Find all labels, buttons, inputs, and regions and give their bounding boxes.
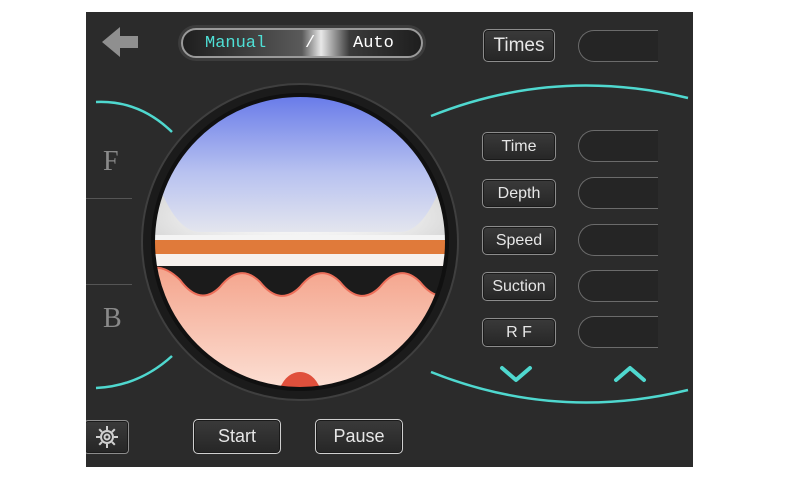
start-button[interactable]: Start <box>193 419 281 454</box>
rf-label: R F <box>506 323 532 341</box>
rf-button[interactable]: R F <box>482 318 556 347</box>
side-divider-top <box>86 198 132 199</box>
depth-value-field <box>578 177 658 209</box>
rf-value-field <box>578 316 658 348</box>
depth-label: Depth <box>497 184 541 202</box>
chevron-down-icon <box>500 366 532 382</box>
suction-label: Suction <box>492 277 546 295</box>
bottom-right-arc <box>430 370 689 404</box>
settings-button[interactable] <box>86 420 129 454</box>
depth-button[interactable]: Depth <box>482 179 556 208</box>
back-button[interactable] <box>100 24 142 60</box>
manual-mode-option[interactable]: Manual <box>205 34 266 53</box>
time-value-field <box>578 130 658 162</box>
pause-button[interactable]: Pause <box>315 419 403 454</box>
time-button[interactable]: Time <box>482 132 556 161</box>
mode-toggle[interactable]: Manual / Auto <box>181 28 423 58</box>
back-label: B <box>103 303 122 334</box>
device-control-panel: Manual / Auto Times F B Time Depth Speed… <box>86 12 693 467</box>
side-divider-bottom <box>86 284 132 285</box>
front-label: F <box>103 146 119 177</box>
times-button[interactable]: Times <box>483 29 555 62</box>
speed-label: Speed <box>495 231 543 249</box>
start-label: Start <box>217 426 256 446</box>
speed-value-field <box>578 224 658 256</box>
suction-value-field <box>578 270 658 302</box>
chevron-up-icon <box>614 366 646 382</box>
decrease-button[interactable] <box>498 362 534 386</box>
mode-separator: / <box>305 34 316 53</box>
pause-label: Pause <box>333 426 385 446</box>
suction-button[interactable]: Suction <box>482 272 556 301</box>
treatment-view <box>140 82 460 402</box>
speed-button[interactable]: Speed <box>482 226 556 255</box>
times-value-field <box>578 30 658 62</box>
time-label: Time <box>501 137 537 155</box>
skin-layer-illustration <box>141 83 459 401</box>
back-arrow-icon <box>102 27 138 57</box>
top-right-arc <box>430 84 689 118</box>
auto-mode-option[interactable]: Auto <box>353 34 394 53</box>
increase-button[interactable] <box>612 362 648 386</box>
gear-icon <box>95 426 118 448</box>
times-label: Times <box>493 34 545 56</box>
